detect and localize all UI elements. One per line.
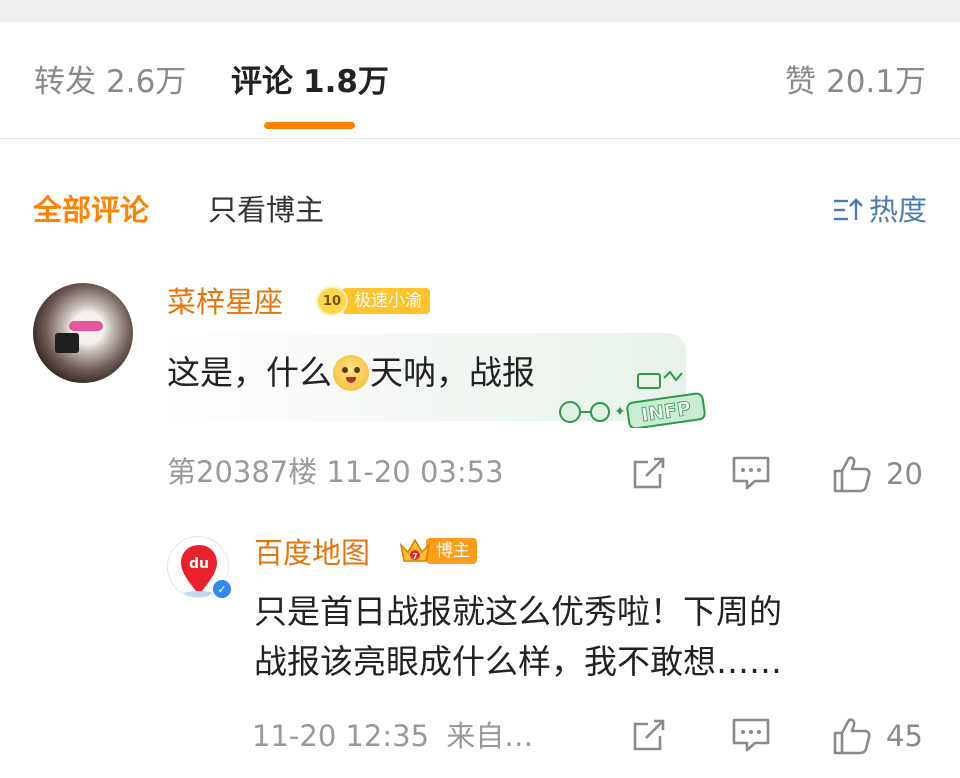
- avatar-cat-prop: [55, 333, 79, 353]
- svg-text:du: du: [189, 556, 209, 572]
- reply-comment-button[interactable]: [731, 716, 771, 754]
- comment-filters: 全部评论 只看博主 热度: [0, 190, 960, 234]
- avatar-cat-glasses: [69, 321, 103, 331]
- verified-icon: ✓: [211, 578, 233, 600]
- comment-text: 这是，什么 天呐，战报: [167, 350, 535, 396]
- like-button[interactable]: 20: [832, 454, 923, 494]
- tab-like[interactable]: 赞 20.1万: [785, 62, 926, 102]
- tab-comment-count: 1.8万: [303, 64, 389, 100]
- like-count: 20: [886, 457, 923, 491]
- share-button[interactable]: [630, 454, 668, 492]
- tab-repost-label: 转发: [34, 64, 96, 100]
- level-icon: 10: [316, 286, 348, 316]
- tab-like-label: 赞: [784, 64, 816, 100]
- tab-repost-count: 2.6万: [106, 64, 187, 100]
- reply-text-line: 只是首日战报就这么优秀啦！下周的: [254, 592, 782, 631]
- vip-badge-label: 极速小渝: [342, 288, 430, 314]
- comment-actions: 20: [0, 454, 960, 494]
- svg-text:7: 7: [412, 552, 418, 561]
- comment-text-part: 这是，什么: [167, 353, 332, 392]
- thumbs-up-icon: [833, 456, 871, 493]
- post-tabs: 转发 2.6万 评论 1.8万 赞 20.1万: [0, 22, 960, 139]
- share-icon: [633, 719, 665, 751]
- share-icon: [633, 457, 665, 489]
- tab-comment-label: 评论: [231, 64, 293, 100]
- reply-like-button[interactable]: 45: [832, 716, 923, 756]
- top-strip: [0, 0, 960, 22]
- reply-button[interactable]: [731, 454, 771, 492]
- svg-text:✦: ✦: [614, 403, 626, 419]
- cry-smile-emoji-icon: [333, 355, 369, 391]
- comment-icon: [732, 718, 770, 752]
- reply-username[interactable]: 百度地图: [254, 534, 370, 572]
- vip-badge[interactable]: 10 极速小渝: [316, 286, 430, 316]
- comment-text-part: 天呐，战报: [370, 353, 535, 392]
- reply-share-button[interactable]: [630, 716, 668, 754]
- reply-text: 只是首日战报就这么优秀啦！下周的 战报该亮眼成什么样，我不敢想……: [254, 587, 914, 687]
- tab-repost[interactable]: 转发 2.6万: [34, 62, 186, 102]
- tab-like-count: 20.1万: [825, 64, 926, 100]
- comment-icon: [732, 456, 770, 490]
- blogger-badge: 7 博主: [398, 535, 477, 567]
- sort-icon: [833, 198, 863, 221]
- comment-username[interactable]: 菜梓星座: [167, 283, 283, 321]
- crown-icon: 7: [399, 538, 431, 562]
- reply-actions: 45: [0, 716, 960, 756]
- active-tab-indicator: [264, 122, 355, 129]
- infp-sticker-icon: ✦ INFP: [559, 370, 706, 428]
- filter-blogger-only[interactable]: 只看博主: [208, 190, 324, 230]
- avatar[interactable]: [33, 283, 133, 383]
- reply-text-line: 战报该亮眼成什么样，我不敢想……: [254, 642, 782, 681]
- filter-all-comments[interactable]: 全部评论: [33, 190, 149, 230]
- tab-comment[interactable]: 评论 1.8万: [231, 62, 389, 102]
- thumbs-up-icon: [833, 718, 871, 755]
- reply-like-count: 45: [886, 719, 923, 753]
- sort-label: 热度: [868, 193, 927, 227]
- sort-button[interactable]: 热度: [833, 190, 927, 230]
- blogger-badge-label: 博主: [426, 538, 477, 564]
